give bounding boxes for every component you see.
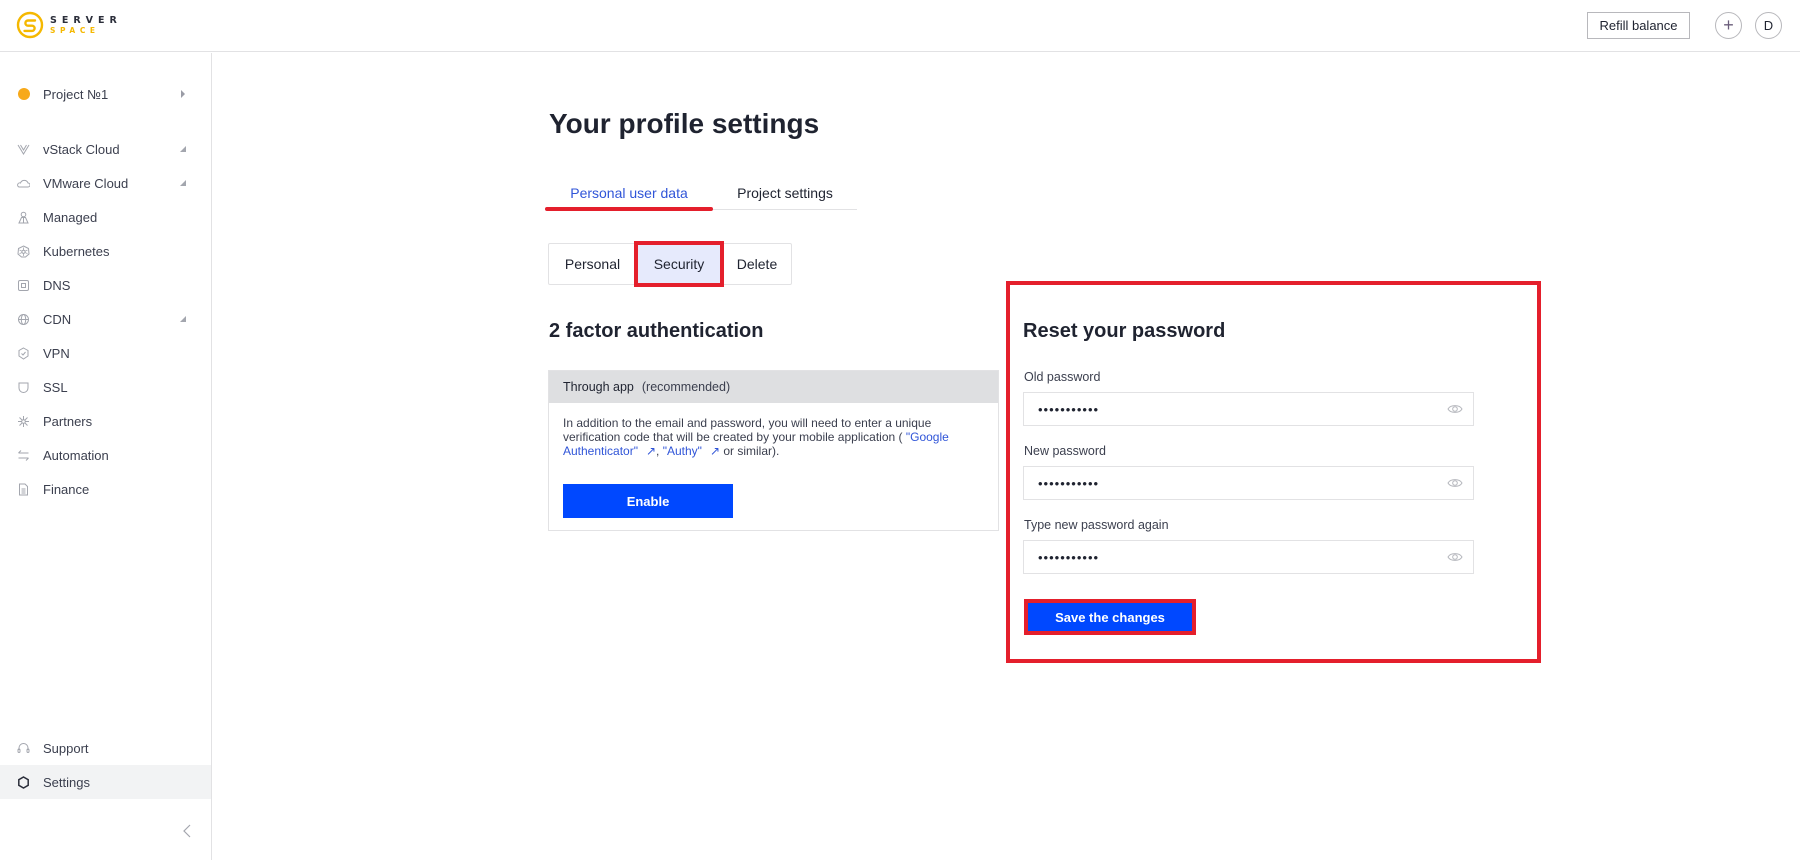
project-dot-icon (18, 88, 30, 100)
chevron-left-icon (183, 824, 191, 838)
partners-icon (17, 415, 30, 428)
confirm-password-field (1023, 540, 1474, 574)
confirm-password-input[interactable] (1024, 541, 1434, 573)
sidebar-item-vstack-cloud[interactable]: vStack Cloud (0, 132, 211, 166)
arrows-icon (17, 449, 30, 462)
dns-icon (17, 279, 30, 292)
headset-icon (17, 742, 30, 755)
sidebar-item-settings[interactable]: Settings (0, 765, 211, 799)
tfa-method-note: (recommended) (641, 380, 731, 394)
project-selector[interactable]: Project №1 (0, 77, 211, 111)
confirm-password-label: Type new password again (1024, 518, 1169, 532)
avatar-initial: D (1763, 18, 1774, 33)
sidebar-item-label: Settings (43, 774, 90, 790)
enable-tfa-button[interactable]: Enable (563, 484, 733, 518)
logo-text-bottom: SPACE (50, 26, 100, 35)
logo-mark-icon (16, 11, 44, 39)
sidebar-item-label: VMware Cloud (43, 175, 129, 191)
subtab-delete[interactable]: Delete (722, 244, 792, 284)
chevron-right-icon (181, 90, 185, 98)
tfa-description: In addition to the email and password, y… (563, 416, 988, 458)
sidebar-item-finance[interactable]: Finance (0, 472, 211, 506)
external-link-icon[interactable]: ↗ (646, 444, 656, 458)
eye-icon[interactable] (1447, 402, 1463, 416)
sidebar-item-label: Support (43, 740, 89, 756)
tab-project-settings[interactable]: Project settings (713, 176, 857, 210)
logo-text-top: SERVER (50, 14, 122, 26)
user-avatar[interactable]: D (1755, 12, 1782, 39)
sidebar-item-label: DNS (43, 277, 71, 293)
sidebar-item-label: VPN (43, 345, 70, 361)
authy-link[interactable]: "Authy" (663, 444, 702, 458)
caret-icon (180, 316, 186, 322)
sidebar-item-ssl[interactable]: SSL (0, 370, 211, 404)
save-changes-button[interactable]: Save the changes (1024, 599, 1196, 635)
managed-icon (17, 211, 30, 224)
settings-subtabs: Personal Security Delete (548, 241, 792, 287)
sidebar-item-label: Managed (43, 209, 98, 225)
collapse-sidebar-button[interactable] (181, 823, 193, 839)
document-icon (17, 483, 30, 496)
old-password-input[interactable] (1024, 393, 1434, 425)
globe-icon (17, 313, 30, 326)
page-title: Your profile settings (549, 108, 820, 139)
sidebar-item-label: Partners (43, 413, 93, 429)
sidebar-item-cdn[interactable]: CDN (0, 302, 211, 336)
tfa-method-header: Through app (recommended) (549, 371, 998, 403)
top-header: SERVER SPACE Refill balance + D (0, 0, 1800, 52)
reset-password-title: Reset your password (1023, 320, 1226, 342)
tfa-title: 2 factor authentication (549, 320, 764, 342)
plus-icon: + (1723, 15, 1734, 35)
gear-icon (17, 775, 30, 789)
profile-tabs: Personal user data Project settings (545, 176, 857, 211)
subtab-personal[interactable]: Personal (549, 244, 636, 284)
tab-personal-user-data[interactable]: Personal user data (545, 176, 713, 210)
add-button[interactable]: + (1715, 12, 1742, 39)
sidebar-item-label: CDN (43, 311, 72, 327)
shield-icon (17, 381, 30, 394)
tfa-card: Through app (recommended) In addition to… (548, 370, 999, 531)
serverspace-logo[interactable]: SERVER SPACE (16, 11, 122, 39)
sidebar-item-vmware-cloud[interactable]: VMware Cloud (0, 166, 211, 200)
new-password-label: New password (1024, 444, 1106, 458)
active-tab-indicator (545, 207, 713, 211)
sidebar-item-vpn[interactable]: VPN (0, 336, 211, 370)
new-password-input[interactable] (1024, 467, 1434, 499)
sidebar-item-managed[interactable]: Managed (0, 200, 211, 234)
tfa-text-after: or similar). (720, 444, 780, 458)
sidebar-item-label: Finance (43, 481, 90, 497)
external-link-icon[interactable]: ↗ (710, 444, 720, 458)
tfa-text-before: In addition to the email and password, y… (563, 416, 932, 444)
caret-icon (180, 180, 186, 186)
old-password-field (1023, 392, 1474, 426)
sidebar-item-automation[interactable]: Automation (0, 438, 211, 472)
sidebar-item-label: Automation (43, 447, 109, 463)
sidebar-item-kubernetes[interactable]: Kubernetes (0, 234, 211, 268)
vstack-icon (17, 143, 30, 156)
project-label: Project №1 (43, 86, 109, 102)
sidebar-item-label: Kubernetes (43, 243, 110, 259)
sidebar-item-support[interactable]: Support (0, 731, 211, 765)
vpn-shield-icon (17, 346, 30, 360)
sidebar-item-label: vStack Cloud (43, 141, 120, 157)
sidebar-item-partners[interactable]: Partners (0, 404, 211, 438)
tfa-method: Through app (563, 380, 634, 394)
caret-icon (180, 146, 186, 152)
sidebar-item-label: SSL (43, 379, 68, 395)
eye-icon[interactable] (1447, 550, 1463, 564)
old-password-label: Old password (1024, 370, 1101, 384)
subtab-security[interactable]: Security (634, 241, 724, 287)
tfa-separator: , (656, 444, 660, 458)
kubernetes-icon (17, 244, 30, 258)
sidebar: Project №1 vStack Cloud VMware Cloud Man… (0, 53, 212, 860)
new-password-field (1023, 466, 1474, 500)
cloud-icon (17, 177, 30, 190)
eye-icon[interactable] (1447, 476, 1463, 490)
sidebar-item-dns[interactable]: DNS (0, 268, 211, 302)
refill-balance-button[interactable]: Refill balance (1587, 12, 1690, 39)
